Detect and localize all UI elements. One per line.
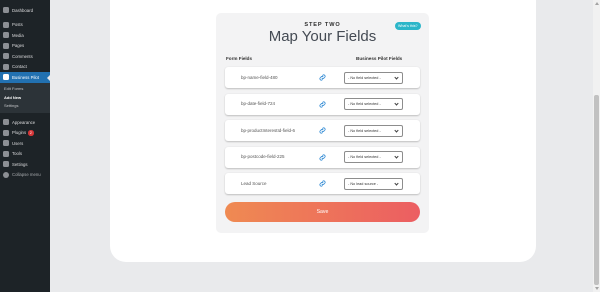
form-fields-column-header: Form Fields [226,56,253,61]
sidebar-item-label: Settings [12,161,28,167]
sidebar-item-label: Posts [12,22,23,28]
submenu-item-edit-forms[interactable]: Edit Forms [0,85,50,94]
link-icon[interactable] [319,74,326,81]
chevron-down-icon [394,101,399,106]
sidebar-item-appearance[interactable]: Appearance [0,117,50,128]
business-pilot-fields-column-header: Business Pilot Fields [356,56,403,61]
posts-icon [3,21,9,28]
tools-icon [3,150,9,157]
scrollbar-thumb[interactable] [594,95,599,285]
business-pilot-field-select[interactable]: - No field selected - [344,151,403,163]
form-field-name: bp-name-field-480 [241,74,278,80]
form-field-name: bp-productInterestId-field-6 [241,127,296,133]
sidebar-item-label: Dashboard [12,7,34,13]
sidebar-item-users[interactable]: Users [0,138,50,149]
link-icon[interactable] [319,180,326,187]
sidebar-item-pages[interactable]: Pages [0,41,50,52]
submenu-item-settings[interactable]: Settings [0,102,50,111]
mapping-row: bp-productInterestId-field-6 - No field … [225,120,420,141]
sidebar-item-media[interactable]: Media [0,30,50,41]
business-pilot-submenu: Edit Forms Add New Settings [0,82,50,113]
form-field-name: bp-postcode-field-225 [241,154,285,159]
appearance-icon [3,119,9,126]
sidebar-item-settings[interactable]: Settings [0,159,50,170]
chevron-down-icon [394,180,399,186]
select-value: - No lead source - [348,181,379,186]
dashboard-icon [3,7,9,14]
sidebar-item-label: Comments [12,53,33,59]
select-value: - No field selected - [348,155,381,159]
link-icon[interactable] [319,154,326,161]
lead-source-select[interactable]: - No lead source - [344,177,403,190]
admin-menu: Dashboard Posts Media Pages Comments Con… [0,0,50,180]
sidebar-item-comments[interactable]: Comments [0,51,50,62]
sidebar-item-plugins[interactable]: Plugins 2 [0,128,50,139]
sidebar-item-label: Plugins [12,130,27,136]
page-scrollbar[interactable] [593,0,600,292]
link-icon[interactable] [319,127,326,134]
chevron-down-icon [394,127,399,133]
pages-icon [3,42,9,49]
plugins-icon [3,129,9,136]
sidebar-item-business-pilot[interactable]: Business Pilot [0,72,50,83]
mapping-row: bp-name-field-480 - No field selected - [225,67,420,88]
sidebar-item-label: Pages [12,43,25,49]
mapping-rows: bp-name-field-480 - No field selected - … [225,67,420,200]
select-value: - No field selected - [348,128,381,133]
field-mapping-card: STEP TWO Map Your Fields What's this? Fo… [216,13,429,233]
plugins-update-badge: 2 [28,130,34,136]
contact-icon [3,63,9,70]
page-title: Map Your Fields [268,28,377,45]
business-pilot-field-select[interactable]: - No field selected - [344,98,403,110]
scroll-up-arrow-icon[interactable] [594,2,599,5]
scroll-down-arrow-icon[interactable] [594,287,599,290]
sidebar-item-posts[interactable]: Posts [0,20,50,31]
media-icon [3,32,9,39]
mapping-row: Lead Source - No lead source - [225,173,420,194]
chevron-down-icon [394,74,399,80]
save-button[interactable]: Save [225,202,420,222]
sidebar-item-label: Appearance [12,119,36,125]
mapping-row: bp-date-field-724 - No field selected - [225,93,420,115]
link-icon[interactable] [319,101,326,108]
sidebar-item-label: Business Pilot [12,74,39,80]
business-pilot-icon [3,74,9,81]
whats-this-button[interactable]: What's this? [394,22,421,30]
sidebar-item-label: Tools [12,151,23,157]
sidebar-item-dashboard[interactable]: Dashboard [0,5,50,16]
form-field-name: Lead Source [241,180,267,186]
sidebar-item-label: Collapse menu [12,172,41,178]
sidebar-item-contact[interactable]: Contact [0,62,50,73]
comments-icon [3,53,9,60]
select-value: - No field selected - [348,75,381,80]
admin-sidebar: Dashboard Posts Media Pages Comments Con… [0,0,50,292]
active-menu-arrow [47,74,50,81]
submenu-item-add-new[interactable]: Add New [0,93,50,102]
users-icon [3,140,9,147]
mapping-row: bp-postcode-field-225 - No field selecte… [225,146,420,168]
sidebar-item-label: Media [12,32,24,38]
form-field-name: bp-date-field-724 [241,101,276,106]
collapse-menu-button[interactable]: Collapse menu [0,170,50,181]
chevron-down-icon [394,154,399,159]
select-value: - No field selected - [348,102,381,106]
sidebar-item-tools[interactable]: Tools [0,149,50,160]
sidebar-item-label: Contact [12,64,27,70]
sidebar-item-label: Users [12,140,24,146]
business-pilot-field-select[interactable]: - No field selected - [344,124,403,137]
business-pilot-field-select[interactable]: - No field selected - [344,71,403,84]
collapse-icon [3,171,9,178]
settings-icon [3,161,9,168]
